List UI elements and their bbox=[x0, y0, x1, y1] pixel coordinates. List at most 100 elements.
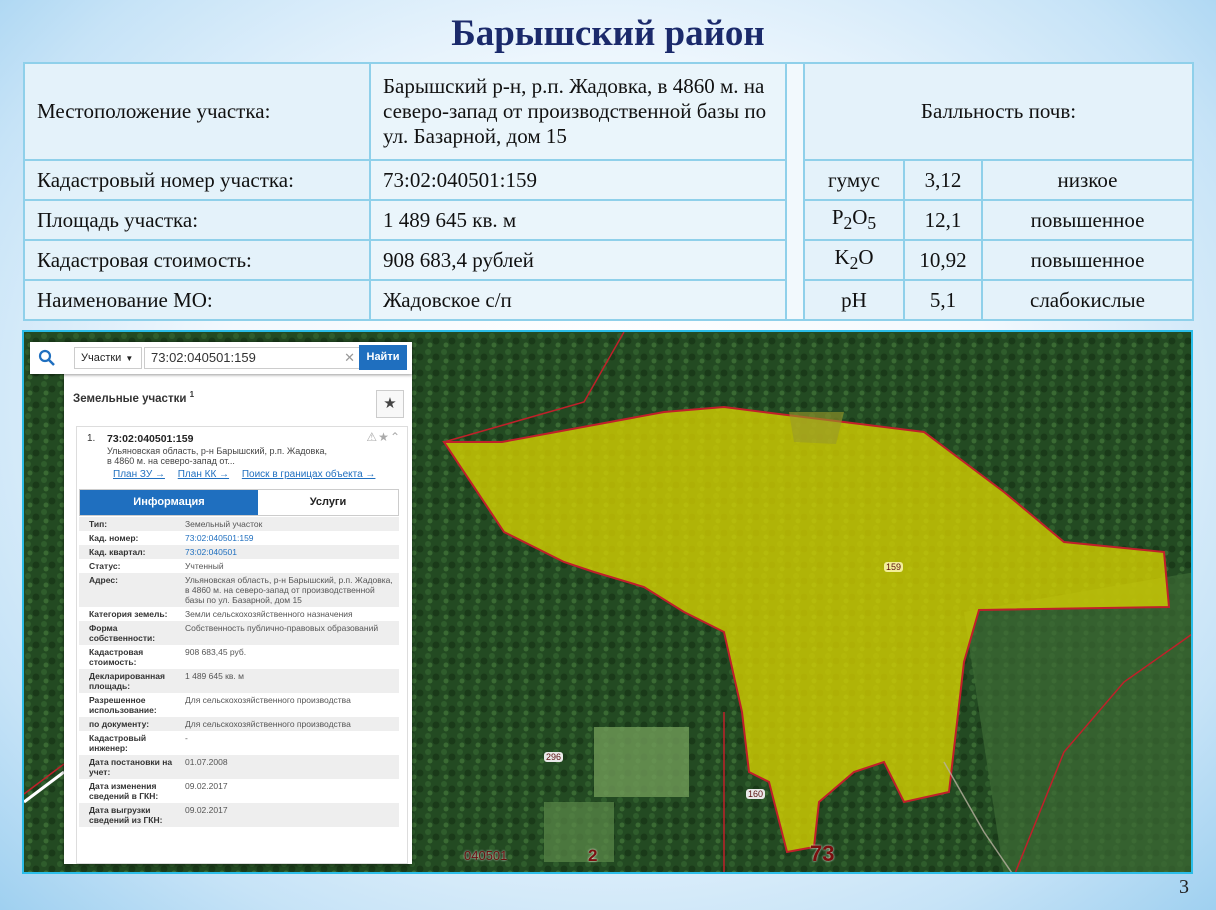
soil-value-humus: 3,12 bbox=[903, 159, 983, 201]
soil-value-ph: 5,1 bbox=[903, 279, 983, 321]
result-tabs: Информация Услуги bbox=[79, 489, 399, 516]
soil-k: K bbox=[834, 245, 850, 270]
table-spacer bbox=[785, 62, 805, 321]
attr-value-link[interactable]: 73:02:040501:159 bbox=[185, 533, 399, 543]
attr-row: Дата изменения сведений в ГКН: 09.02.2017 bbox=[79, 779, 399, 803]
link-search-bounds[interactable]: Поиск в границах объекта → bbox=[242, 469, 376, 480]
attr-value: 908 683,45 руб. bbox=[185, 647, 247, 657]
attribute-list: Тип: Земельный участок Кад. номер: 73:02:0… bbox=[79, 517, 399, 827]
panel-count: 1 bbox=[189, 390, 195, 399]
location-label: Местоположение участка: bbox=[23, 62, 371, 161]
attr-row: Тип: Земельный участок bbox=[79, 517, 399, 531]
satellite-map[interactable]: 159 296 160 040501 2 73 Участки ▼ 73:02:0… bbox=[22, 330, 1193, 874]
attr-value: Учтенный bbox=[185, 561, 224, 571]
clearing-1 bbox=[594, 727, 689, 797]
attr-row: Дата постановки на учет: 01.07.2008 bbox=[79, 755, 399, 779]
attr-value: Собственность публично-правовых образова… bbox=[185, 623, 379, 633]
attr-key: Статус: bbox=[89, 561, 121, 571]
attr-key: Кад. номер: bbox=[89, 533, 139, 543]
tab-services[interactable]: Услуги bbox=[258, 490, 398, 515]
attr-value: 01.07.2008 bbox=[185, 757, 228, 767]
cadastral-label: Кадастровый номер участка: bbox=[23, 159, 371, 201]
area-value: 1 489 645 кв. м bbox=[369, 199, 787, 241]
attr-row: Форма собственности: Собственность публич… bbox=[79, 621, 399, 645]
find-button[interactable]: Найти bbox=[359, 345, 407, 370]
star-icon[interactable]: ★ bbox=[378, 430, 390, 444]
attr-key: Дата изменения сведений в ГКН: bbox=[89, 781, 159, 801]
attr-row: Кадастровый инженер: - bbox=[79, 731, 399, 755]
soil-value-k2o: 10,92 bbox=[903, 239, 983, 281]
result-cadastral[interactable]: 73:02:040501:159 bbox=[107, 433, 193, 445]
soil-o-sub: 5 bbox=[867, 213, 877, 234]
collapse-icon[interactable]: ⌃ bbox=[390, 430, 401, 444]
favorite-star-button[interactable]: ★ bbox=[376, 390, 404, 418]
tab-information[interactable]: Информация bbox=[80, 490, 258, 515]
cost-label: Кадастровая стоимость: bbox=[23, 239, 371, 281]
attr-key: Кадастровый инженер: bbox=[89, 733, 147, 753]
search-icon[interactable] bbox=[38, 349, 56, 367]
search-bar: Участки ▼ 73:02:040501:159 ✕ Найти bbox=[30, 342, 412, 374]
soil-name-humus: гумус bbox=[803, 159, 905, 201]
link-plan-kk[interactable]: План КК → bbox=[178, 469, 229, 480]
area-label: Площадь участка: bbox=[23, 199, 371, 241]
attr-value-link[interactable]: 73:02:040501 bbox=[185, 547, 399, 557]
attr-value: 09.02.2017 bbox=[185, 805, 228, 815]
attr-row: по документу: Для сельскохозяйственного п… bbox=[79, 717, 399, 731]
clearing-2 bbox=[544, 802, 614, 862]
search-results-panel: Участки ▼ 73:02:040501:159 ✕ Найти Земельн… bbox=[30, 342, 412, 864]
district-label: 2 bbox=[588, 846, 598, 865]
soil-level-k2o: повышенное bbox=[981, 239, 1194, 281]
attr-value: Для сельскохозяйственного производства bbox=[185, 719, 351, 729]
mo-value: Жадовское с/п bbox=[369, 279, 787, 321]
attr-key: Кад. квартал: bbox=[89, 547, 146, 557]
attr-value: Ульяновская область, р-н Барышский, р.п.… bbox=[185, 575, 393, 605]
soil-k-o: O bbox=[858, 245, 874, 270]
attr-value: Земли сельскохозяйственного назначения bbox=[185, 609, 353, 619]
search-input[interactable]: 73:02:040501:159 ✕ bbox=[144, 347, 362, 369]
cost-value: 908 683,4 рублей bbox=[369, 239, 787, 281]
attr-value: 1 489 645 кв. м bbox=[185, 671, 244, 681]
attr-value: 09.02.2017 bbox=[185, 781, 228, 791]
soil-level-p2o5: повышенное bbox=[981, 199, 1194, 241]
parcel-info-table: Местоположение участка: Барышский р-н, р… bbox=[23, 62, 1194, 321]
attr-key: Дата постановки на учет: bbox=[89, 757, 173, 777]
pond bbox=[789, 412, 844, 444]
soil-score-header: Балльность почв: bbox=[803, 62, 1194, 161]
search-query: 73:02:040501:159 bbox=[151, 350, 256, 365]
panel-heading: Земельные участки 1 bbox=[73, 390, 194, 405]
chevron-down-icon: ▼ bbox=[125, 354, 134, 363]
attr-row: Декларированная площадь: 1 489 645 кв. м bbox=[79, 669, 399, 693]
search-type-select[interactable]: Участки ▼ bbox=[74, 347, 142, 369]
attr-key: по документу: bbox=[89, 719, 150, 729]
attr-row: Кадастровая стоимость: 908 683,45 руб. bbox=[79, 645, 399, 669]
attr-value: - bbox=[185, 733, 188, 743]
quarter-label: 040501 bbox=[464, 848, 508, 863]
result-links: План ЗУ → План КК → Поиск в границах объ… bbox=[113, 469, 385, 480]
soil-level-humus: низкое bbox=[981, 159, 1194, 201]
attr-row: Кад. номер: 73:02:040501:159 bbox=[79, 531, 399, 545]
cadastral-value: 73:02:040501:159 bbox=[369, 159, 787, 201]
attr-value: Земельный участок bbox=[185, 519, 263, 529]
clear-icon[interactable]: ✕ bbox=[344, 348, 355, 368]
soil-name-k2o: K2O bbox=[803, 239, 905, 281]
link-plan-zu[interactable]: План ЗУ → bbox=[113, 469, 165, 480]
region-label: 73 bbox=[810, 841, 835, 866]
soil-value-p2o5: 12,1 bbox=[903, 199, 983, 241]
attr-row: Кад. квартал: 73:02:040501 bbox=[79, 545, 399, 559]
soil-p: P bbox=[831, 205, 844, 230]
attr-key: Дата выгрузки сведений из ГКН: bbox=[89, 805, 163, 825]
soil-level-ph: слабокислые bbox=[981, 279, 1194, 321]
soil-name-p2o5: P2O5 bbox=[803, 199, 905, 241]
panel-title: Земельные участки bbox=[73, 392, 187, 405]
attr-row: Адрес: Ульяновская область, р-н Барышский… bbox=[79, 573, 399, 607]
parcel-label-160: 160 bbox=[746, 789, 766, 799]
attr-key: Кадастровая стоимость: bbox=[89, 647, 144, 667]
attr-row: Статус: Учтенный bbox=[79, 559, 399, 573]
attr-key: Декларированная площадь: bbox=[89, 671, 165, 691]
soil-name-ph: pH bbox=[803, 279, 905, 321]
field-east bbox=[964, 572, 1191, 872]
attr-key: Разрешенное использование: bbox=[89, 695, 157, 715]
warning-icon[interactable]: ⚠ bbox=[366, 430, 378, 444]
mo-label: Наименование МО: bbox=[23, 279, 371, 321]
attr-key: Тип: bbox=[89, 519, 108, 529]
